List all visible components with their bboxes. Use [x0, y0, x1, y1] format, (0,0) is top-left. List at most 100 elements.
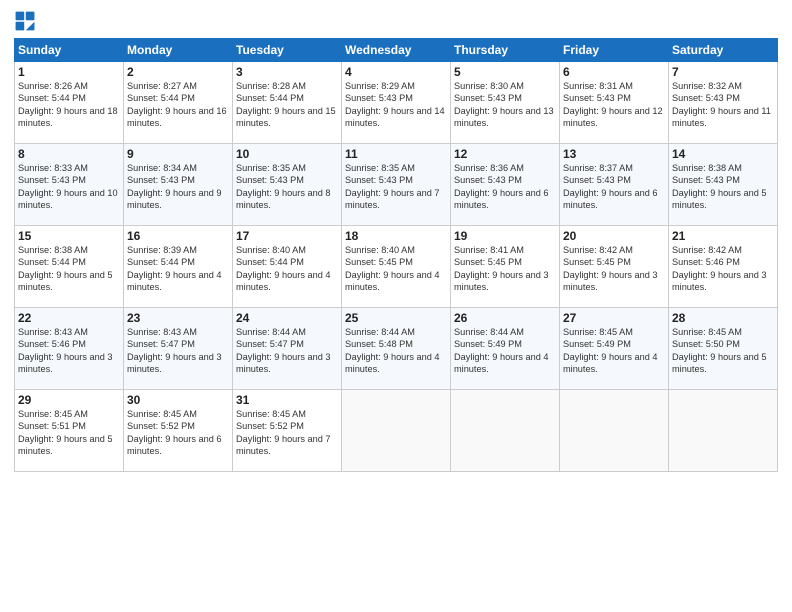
day-info: Sunrise: 8:26 AMSunset: 5:44 PMDaylight:…: [18, 80, 120, 130]
day-info: Sunrise: 8:45 AMSunset: 5:50 PMDaylight:…: [672, 326, 774, 376]
logo-icon: [14, 10, 36, 32]
header-thursday: Thursday: [451, 39, 560, 62]
day-cell-25: 25 Sunrise: 8:44 AMSunset: 5:48 PMDaylig…: [342, 308, 451, 390]
day-number: 5: [454, 65, 556, 79]
day-cell-20: 20 Sunrise: 8:42 AMSunset: 5:45 PMDaylig…: [560, 226, 669, 308]
day-cell-6: 6 Sunrise: 8:31 AMSunset: 5:43 PMDayligh…: [560, 62, 669, 144]
day-cell-26: 26 Sunrise: 8:44 AMSunset: 5:49 PMDaylig…: [451, 308, 560, 390]
header-saturday: Saturday: [669, 39, 778, 62]
day-number: 16: [127, 229, 229, 243]
day-number: 29: [18, 393, 120, 407]
day-info: Sunrise: 8:45 AMSunset: 5:51 PMDaylight:…: [18, 408, 120, 458]
calendar-week-row: 1 Sunrise: 8:26 AMSunset: 5:44 PMDayligh…: [15, 62, 778, 144]
day-info: Sunrise: 8:36 AMSunset: 5:43 PMDaylight:…: [454, 162, 556, 212]
calendar-table: Sunday Monday Tuesday Wednesday Thursday…: [14, 38, 778, 472]
day-number: 18: [345, 229, 447, 243]
day-cell-21: 21 Sunrise: 8:42 AMSunset: 5:46 PMDaylig…: [669, 226, 778, 308]
empty-cell: [560, 390, 669, 472]
day-number: 7: [672, 65, 774, 79]
day-cell-5: 5 Sunrise: 8:30 AMSunset: 5:43 PMDayligh…: [451, 62, 560, 144]
day-number: 19: [454, 229, 556, 243]
calendar-week-row: 22 Sunrise: 8:43 AMSunset: 5:46 PMDaylig…: [15, 308, 778, 390]
day-number: 13: [563, 147, 665, 161]
day-cell-14: 14 Sunrise: 8:38 AMSunset: 5:43 PMDaylig…: [669, 144, 778, 226]
day-number: 11: [345, 147, 447, 161]
day-cell-19: 19 Sunrise: 8:41 AMSunset: 5:45 PMDaylig…: [451, 226, 560, 308]
day-number: 31: [236, 393, 338, 407]
day-info: Sunrise: 8:42 AMSunset: 5:45 PMDaylight:…: [563, 244, 665, 294]
weekday-header-row: Sunday Monday Tuesday Wednesday Thursday…: [15, 39, 778, 62]
day-cell-2: 2 Sunrise: 8:27 AMSunset: 5:44 PMDayligh…: [124, 62, 233, 144]
day-cell-4: 4 Sunrise: 8:29 AMSunset: 5:43 PMDayligh…: [342, 62, 451, 144]
day-number: 9: [127, 147, 229, 161]
day-cell-3: 3 Sunrise: 8:28 AMSunset: 5:44 PMDayligh…: [233, 62, 342, 144]
day-info: Sunrise: 8:43 AMSunset: 5:47 PMDaylight:…: [127, 326, 229, 376]
header-friday: Friday: [560, 39, 669, 62]
day-number: 23: [127, 311, 229, 325]
day-number: 8: [18, 147, 120, 161]
day-info: Sunrise: 8:45 AMSunset: 5:52 PMDaylight:…: [236, 408, 338, 458]
day-info: Sunrise: 8:34 AMSunset: 5:43 PMDaylight:…: [127, 162, 229, 212]
header-monday: Monday: [124, 39, 233, 62]
day-cell-28: 28 Sunrise: 8:45 AMSunset: 5:50 PMDaylig…: [669, 308, 778, 390]
day-info: Sunrise: 8:41 AMSunset: 5:45 PMDaylight:…: [454, 244, 556, 294]
day-info: Sunrise: 8:30 AMSunset: 5:43 PMDaylight:…: [454, 80, 556, 130]
day-cell-27: 27 Sunrise: 8:45 AMSunset: 5:49 PMDaylig…: [560, 308, 669, 390]
page-header: [14, 10, 778, 32]
day-number: 21: [672, 229, 774, 243]
day-number: 27: [563, 311, 665, 325]
day-cell-7: 7 Sunrise: 8:32 AMSunset: 5:43 PMDayligh…: [669, 62, 778, 144]
day-number: 28: [672, 311, 774, 325]
calendar-week-row: 15 Sunrise: 8:38 AMSunset: 5:44 PMDaylig…: [15, 226, 778, 308]
day-cell-22: 22 Sunrise: 8:43 AMSunset: 5:46 PMDaylig…: [15, 308, 124, 390]
day-cell-8: 8 Sunrise: 8:33 AMSunset: 5:43 PMDayligh…: [15, 144, 124, 226]
day-cell-18: 18 Sunrise: 8:40 AMSunset: 5:45 PMDaylig…: [342, 226, 451, 308]
day-info: Sunrise: 8:29 AMSunset: 5:43 PMDaylight:…: [345, 80, 447, 130]
header-sunday: Sunday: [15, 39, 124, 62]
day-number: 4: [345, 65, 447, 79]
day-cell-23: 23 Sunrise: 8:43 AMSunset: 5:47 PMDaylig…: [124, 308, 233, 390]
header-wednesday: Wednesday: [342, 39, 451, 62]
day-number: 10: [236, 147, 338, 161]
calendar-week-row: 29 Sunrise: 8:45 AMSunset: 5:51 PMDaylig…: [15, 390, 778, 472]
day-info: Sunrise: 8:44 AMSunset: 5:47 PMDaylight:…: [236, 326, 338, 376]
day-number: 17: [236, 229, 338, 243]
day-cell-9: 9 Sunrise: 8:34 AMSunset: 5:43 PMDayligh…: [124, 144, 233, 226]
day-cell-15: 15 Sunrise: 8:38 AMSunset: 5:44 PMDaylig…: [15, 226, 124, 308]
day-cell-12: 12 Sunrise: 8:36 AMSunset: 5:43 PMDaylig…: [451, 144, 560, 226]
day-info: Sunrise: 8:35 AMSunset: 5:43 PMDaylight:…: [345, 162, 447, 212]
empty-cell: [451, 390, 560, 472]
day-info: Sunrise: 8:28 AMSunset: 5:44 PMDaylight:…: [236, 80, 338, 130]
day-cell-1: 1 Sunrise: 8:26 AMSunset: 5:44 PMDayligh…: [15, 62, 124, 144]
day-cell-31: 31 Sunrise: 8:45 AMSunset: 5:52 PMDaylig…: [233, 390, 342, 472]
day-cell-13: 13 Sunrise: 8:37 AMSunset: 5:43 PMDaylig…: [560, 144, 669, 226]
day-number: 2: [127, 65, 229, 79]
day-info: Sunrise: 8:40 AMSunset: 5:45 PMDaylight:…: [345, 244, 447, 294]
day-cell-16: 16 Sunrise: 8:39 AMSunset: 5:44 PMDaylig…: [124, 226, 233, 308]
day-info: Sunrise: 8:31 AMSunset: 5:43 PMDaylight:…: [563, 80, 665, 130]
day-cell-30: 30 Sunrise: 8:45 AMSunset: 5:52 PMDaylig…: [124, 390, 233, 472]
day-info: Sunrise: 8:40 AMSunset: 5:44 PMDaylight:…: [236, 244, 338, 294]
day-info: Sunrise: 8:35 AMSunset: 5:43 PMDaylight:…: [236, 162, 338, 212]
day-number: 6: [563, 65, 665, 79]
day-info: Sunrise: 8:45 AMSunset: 5:52 PMDaylight:…: [127, 408, 229, 458]
day-number: 20: [563, 229, 665, 243]
day-info: Sunrise: 8:38 AMSunset: 5:43 PMDaylight:…: [672, 162, 774, 212]
day-number: 12: [454, 147, 556, 161]
day-cell-29: 29 Sunrise: 8:45 AMSunset: 5:51 PMDaylig…: [15, 390, 124, 472]
day-info: Sunrise: 8:45 AMSunset: 5:49 PMDaylight:…: [563, 326, 665, 376]
day-info: Sunrise: 8:44 AMSunset: 5:49 PMDaylight:…: [454, 326, 556, 376]
day-info: Sunrise: 8:39 AMSunset: 5:44 PMDaylight:…: [127, 244, 229, 294]
day-info: Sunrise: 8:42 AMSunset: 5:46 PMDaylight:…: [672, 244, 774, 294]
day-info: Sunrise: 8:43 AMSunset: 5:46 PMDaylight:…: [18, 326, 120, 376]
day-number: 25: [345, 311, 447, 325]
day-info: Sunrise: 8:33 AMSunset: 5:43 PMDaylight:…: [18, 162, 120, 212]
empty-cell: [342, 390, 451, 472]
day-number: 30: [127, 393, 229, 407]
day-cell-24: 24 Sunrise: 8:44 AMSunset: 5:47 PMDaylig…: [233, 308, 342, 390]
day-number: 1: [18, 65, 120, 79]
calendar-week-row: 8 Sunrise: 8:33 AMSunset: 5:43 PMDayligh…: [15, 144, 778, 226]
day-number: 22: [18, 311, 120, 325]
day-number: 3: [236, 65, 338, 79]
day-info: Sunrise: 8:27 AMSunset: 5:44 PMDaylight:…: [127, 80, 229, 130]
